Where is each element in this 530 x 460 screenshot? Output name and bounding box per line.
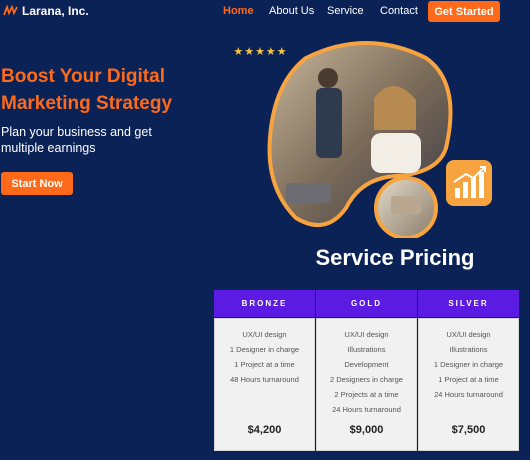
plan-feature: 1 Project at a time <box>438 375 499 384</box>
plan-header: SILVER <box>418 290 519 317</box>
plan-body: UX/UI design 1 Designer in charge 1 Proj… <box>214 318 315 451</box>
plan-header: BRONZE <box>214 290 315 317</box>
star-rating: ★★★★★ <box>228 43 293 60</box>
get-started-button[interactable]: Get Started <box>428 1 500 22</box>
plan-feature: 24 Hours turnaround <box>434 390 503 399</box>
hero-title-line-2: Marketing Strategy <box>1 93 173 114</box>
service-pricing-title: Service Pricing <box>315 245 475 270</box>
plan-body: UX/UI design Illustrations 1 Designer in… <box>418 318 519 451</box>
logo-icon <box>3 5 18 16</box>
plan-feature: 1 Designer in charge <box>433 360 504 369</box>
plan-feature: 1 Project at a time <box>234 360 295 369</box>
hero-title-line-1: Boost Your Digital <box>1 66 165 87</box>
plan-price: $4,200 <box>247 424 282 436</box>
plan-body: UX/UI design Illustrations Development 2… <box>316 318 417 451</box>
hero-image <box>266 38 470 240</box>
nav-contact[interactable]: Contact <box>380 5 418 17</box>
hero-title: Boost Your Digital Marketing Strategy <box>1 63 201 117</box>
plan-feature: Illustrations <box>347 345 386 354</box>
plan-feature: UX/UI design <box>242 330 287 339</box>
logo-text: Larana, Inc. <box>22 4 89 18</box>
plan-bronze: BRONZE UX/UI design 1 Designer in charge… <box>214 290 315 452</box>
plan-feature: 48 Hours turnaround <box>230 375 299 384</box>
plan-feature: 2 Projects at a time <box>334 390 399 399</box>
plan-price: $9,000 <box>349 424 384 436</box>
plan-feature: Development <box>344 360 389 369</box>
nav-service[interactable]: Service <box>327 5 364 17</box>
pricing-table: BRONZE UX/UI design 1 Designer in charge… <box>214 290 519 452</box>
plan-feature: UX/UI design <box>344 330 389 339</box>
nav-about-us[interactable]: About Us <box>269 5 314 17</box>
site-header: Larana, Inc. Home About Us Service Conta… <box>0 0 530 24</box>
nav-home[interactable]: Home <box>223 5 254 17</box>
logo[interactable]: Larana, Inc. <box>3 4 89 18</box>
hero-subtitle-line-1: Plan your business and get <box>1 125 152 139</box>
chart-badge <box>446 160 492 206</box>
hero-subtitle-line-2: multiple earnings <box>1 141 96 155</box>
plan-silver: SILVER UX/UI design Illustrations 1 Desi… <box>418 290 519 452</box>
plan-feature: 24 Hours turnaround <box>332 405 401 414</box>
plan-gold: GOLD UX/UI design Illustrations Developm… <box>316 290 417 452</box>
bar-chart-icon <box>453 166 486 198</box>
plan-feature: Illustrations <box>449 345 488 354</box>
plan-feature: 1 Designer in charge <box>229 345 300 354</box>
plan-feature: UX/UI design <box>446 330 491 339</box>
plan-feature: 2 Designers in charge <box>330 375 403 384</box>
start-now-button[interactable]: Start Now <box>1 172 73 195</box>
plan-header: GOLD <box>316 290 417 317</box>
hero-subtitle: Plan your business and get multiple earn… <box>1 124 171 156</box>
plan-price: $7,500 <box>451 424 486 436</box>
